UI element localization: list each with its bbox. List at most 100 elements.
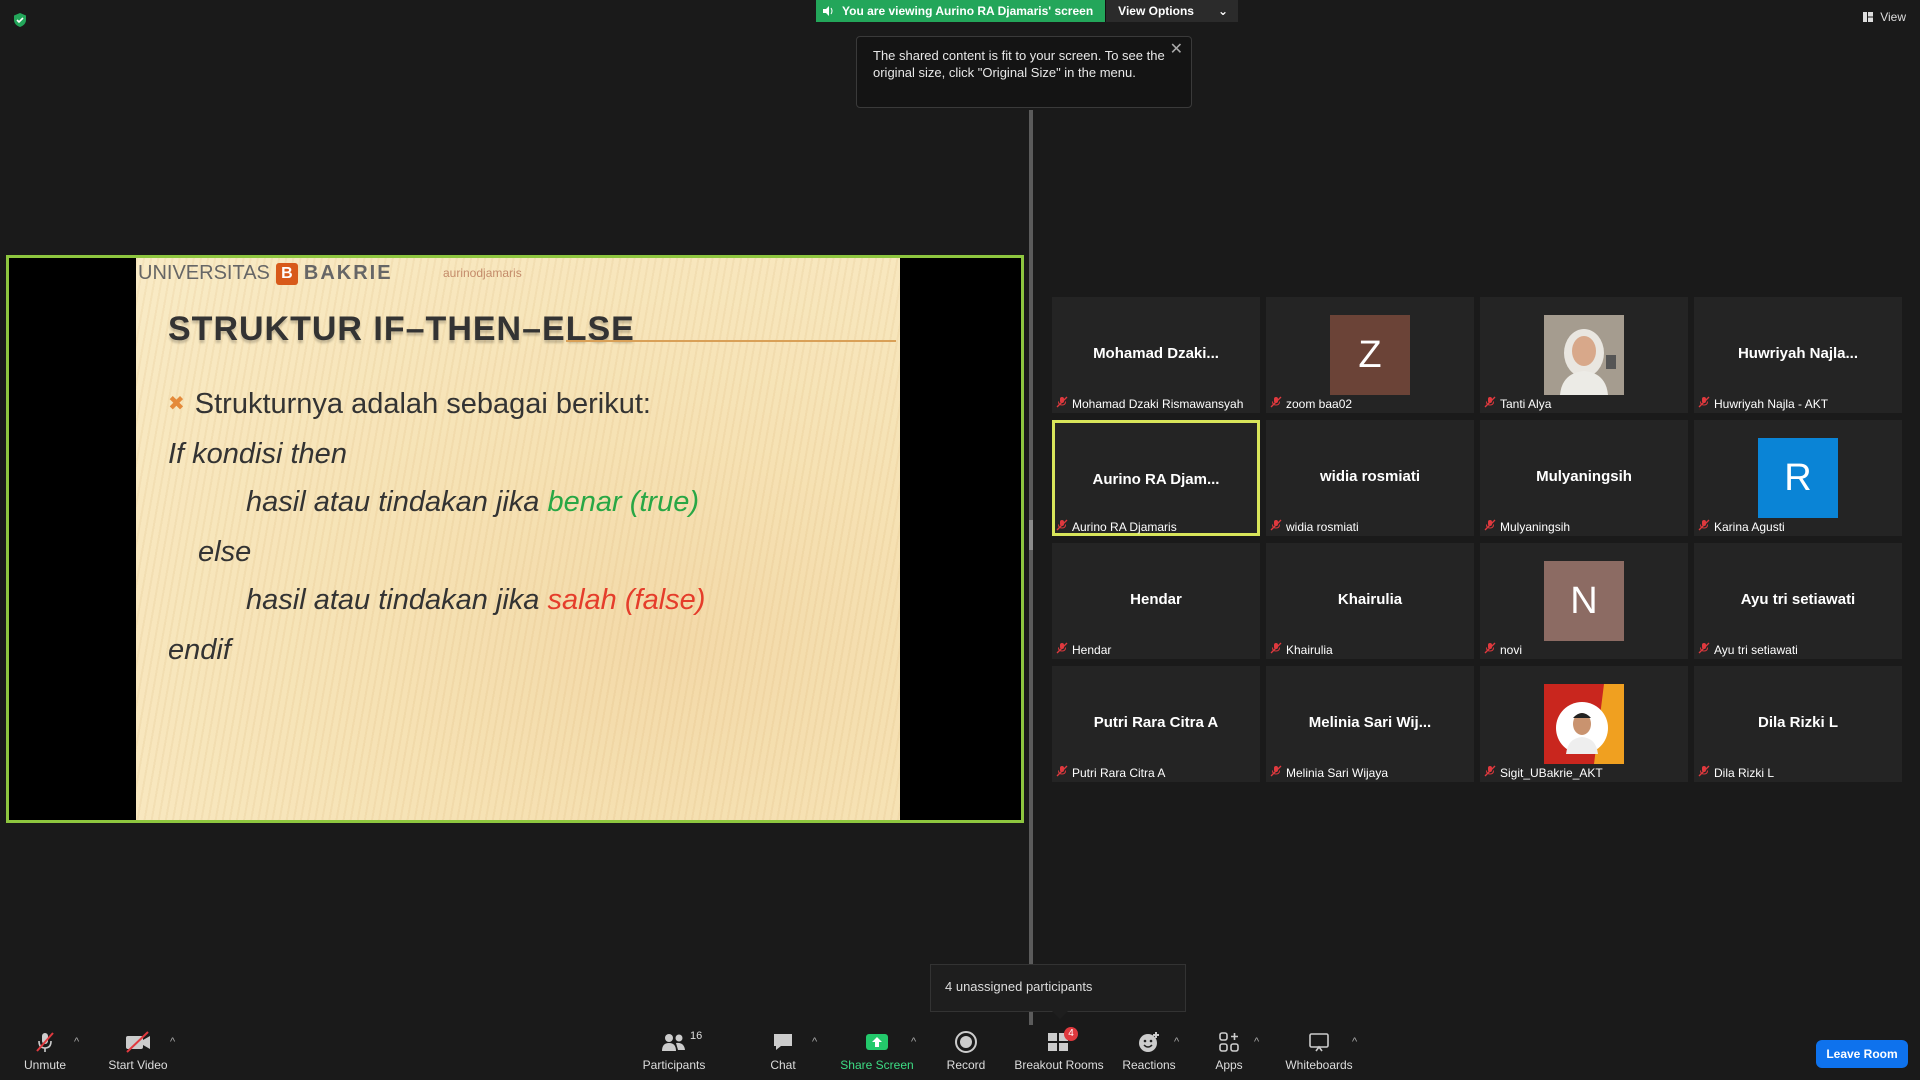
- slide-line-false: hasil atau tindakan jika salah (false): [246, 584, 705, 617]
- participant-tile[interactable]: Huwriyah Najla... Huwriyah Najla - AKT: [1694, 297, 1902, 413]
- view-options-label: View Options: [1118, 4, 1194, 18]
- participant-tile[interactable]: Mulyaningsih Mulyaningsih: [1480, 420, 1688, 536]
- slide-line-if: If kondisi then: [168, 438, 347, 470]
- participant-tile[interactable]: Mohamad Dzaki... Mohamad Dzaki Rismawansy…: [1052, 297, 1260, 413]
- participants-icon: [662, 1034, 685, 1051]
- bullet-x-icon: ✖: [168, 393, 185, 415]
- microphone-muted-icon: [1484, 396, 1496, 411]
- breakout-badge: 4: [1064, 1027, 1078, 1041]
- participant-tile[interactable]: Melinia Sari Wij... Melinia Sari Wijaya: [1266, 666, 1474, 782]
- close-icon[interactable]: ✕: [1170, 41, 1183, 58]
- slide-text: hasil atau tindakan jika: [246, 486, 548, 518]
- participant-display-name: Putri Rara Citra A: [1093, 714, 1219, 731]
- microphone-muted-icon: [1698, 519, 1710, 534]
- divider-drag-handle[interactable]: [1029, 520, 1033, 550]
- participant-tile[interactable]: widia rosmiati widia rosmiati: [1266, 420, 1474, 536]
- whiteboards-button[interactable]: Whiteboards: [1274, 1030, 1364, 1072]
- participant-name-label: Putri Rara Citra A: [1056, 765, 1165, 780]
- split-divider[interactable]: [1029, 110, 1033, 1025]
- slide-line-true: hasil atau tindakan jika benar (true): [246, 486, 699, 519]
- participant-name: novi: [1500, 642, 1523, 657]
- participant-tile[interactable]: Hendar Hendar: [1052, 543, 1260, 659]
- record-icon: [955, 1031, 977, 1053]
- breakout-rooms-button[interactable]: 4 Breakout Rooms: [1013, 1027, 1105, 1072]
- layout-grid-icon: [1863, 12, 1874, 22]
- viewing-text: You are viewing Aurino RA Djamaris' scre…: [842, 4, 1094, 18]
- share-options-caret-icon[interactable]: ^: [911, 1036, 916, 1048]
- participant-avatar: N: [1544, 561, 1624, 641]
- fit-to-screen-tooltip: The shared content is fit to your screen…: [856, 36, 1192, 108]
- leave-room-button[interactable]: Leave Room: [1816, 1040, 1908, 1068]
- reactions-options-caret-icon[interactable]: ^: [1174, 1036, 1179, 1048]
- chat-options-caret-icon[interactable]: ^: [812, 1036, 817, 1048]
- participant-name: Huwriyah Najla - AKT: [1714, 396, 1829, 411]
- apps-options-caret-icon[interactable]: ^: [1254, 1036, 1259, 1048]
- microphone-muted-icon: [1056, 396, 1068, 411]
- slide-bullet: ✖ Strukturnya adalah sebagai berikut:: [168, 388, 651, 421]
- participant-display-name: Khairulia: [1337, 591, 1403, 608]
- participant-tile[interactable]: Putri Rara Citra A Putri Rara Citra A: [1052, 666, 1260, 782]
- participant-tile[interactable]: Dila Rizki L Dila Rizki L: [1694, 666, 1902, 782]
- participant-name-label: widia rosmiati: [1270, 519, 1359, 534]
- video-options-caret-icon[interactable]: ^: [170, 1036, 175, 1048]
- participant-avatar: Z: [1330, 315, 1410, 395]
- view-button[interactable]: View: [1862, 10, 1906, 24]
- participant-name-label: Huwriyah Najla - AKT: [1698, 396, 1828, 411]
- microphone-muted-icon: [1056, 519, 1068, 534]
- reactions-button[interactable]: Reactions: [1104, 1030, 1194, 1072]
- microphone-muted-icon: [1484, 642, 1496, 657]
- logo-mark: B: [275, 262, 298, 285]
- tooltip-text: The shared content is fit to your screen…: [873, 48, 1165, 80]
- whiteboards-label: Whiteboards: [1285, 1058, 1353, 1072]
- participant-tile[interactable]: Zzoom baa02: [1266, 297, 1474, 413]
- participant-name-label: Melinia Sari Wijaya: [1270, 765, 1388, 780]
- unmute-label: Unmute: [23, 1058, 67, 1072]
- viewing-banner: You are viewing Aurino RA Djamaris' scre…: [816, 0, 1239, 22]
- encryption-shield-icon[interactable]: [12, 12, 28, 28]
- participant-name: Dila Rizki L: [1714, 765, 1775, 780]
- audio-options-caret-icon[interactable]: ^: [74, 1036, 79, 1048]
- microphone-muted-icon: [1698, 396, 1710, 411]
- participants-button[interactable]: 16 Participants: [629, 1030, 719, 1072]
- whiteboard-icon: [1309, 1033, 1329, 1052]
- participant-display-name: Ayu tri setiawati: [1740, 591, 1856, 608]
- participant-tile[interactable]: Nnovi: [1480, 543, 1688, 659]
- view-options-button[interactable]: View Options ⌄: [1105, 0, 1239, 22]
- chat-bubble-icon: [774, 1034, 792, 1050]
- record-label: Record: [946, 1058, 986, 1072]
- participant-tile[interactable]: Ayu tri setiawati Ayu tri setiawati: [1694, 543, 1902, 659]
- participant-tile[interactable]: Sigit_UBakrie_AKT: [1480, 666, 1688, 782]
- participant-name: widia rosmiati: [1286, 519, 1359, 534]
- participant-name: Khairulia: [1286, 642, 1333, 657]
- participant-name-label: Dila Rizki L: [1698, 765, 1774, 780]
- participant-display-name: Aurino RA Djam...: [1092, 471, 1220, 488]
- participant-name: Sigit_UBakrie_AKT: [1500, 765, 1603, 780]
- reactions-label: Reactions: [1122, 1058, 1176, 1072]
- whiteboards-options-caret-icon[interactable]: ^: [1352, 1036, 1357, 1048]
- participants-count: 16: [690, 1030, 703, 1042]
- record-button[interactable]: Record: [921, 1030, 1011, 1072]
- slide-title: STRUKTUR IF–THEN–ELSE: [168, 310, 635, 348]
- participant-name-label: Karina Agusti: [1698, 519, 1785, 534]
- participant-name: Mulyaningsih: [1500, 519, 1571, 534]
- participant-tile[interactable]: Khairulia Khairulia: [1266, 543, 1474, 659]
- start-video-label: Start Video: [108, 1058, 168, 1072]
- video-camera-muted-icon: [126, 1031, 150, 1053]
- participant-tile[interactable]: Aurino RA Djam... Aurino RA Djamaris: [1052, 420, 1260, 536]
- unassigned-participants-notice[interactable]: 4 unassigned participants: [930, 964, 1186, 1012]
- participant-avatar: R: [1758, 438, 1838, 518]
- microphone-muted-icon: [1056, 765, 1068, 780]
- participant-tile[interactable]: Tanti Alya: [1480, 297, 1688, 413]
- share-screen-button[interactable]: Share Screen: [832, 1030, 922, 1072]
- participant-display-name: Dila Rizki L: [1757, 714, 1839, 731]
- chat-label: Chat: [770, 1058, 796, 1072]
- microphone-muted-icon: [36, 1032, 54, 1052]
- breakout-rooms-label: Breakout Rooms: [1014, 1058, 1104, 1072]
- participant-display-name: Mulyaningsih: [1536, 468, 1632, 485]
- participant-tile[interactable]: R Karina Agusti: [1694, 420, 1902, 536]
- apps-button[interactable]: Apps: [1184, 1030, 1274, 1072]
- shared-screen[interactable]: UNIVERSITAS B BAKRIE aurinodjamaris STRU…: [6, 255, 1024, 823]
- slide-text: Strukturnya adalah sebagai berikut:: [194, 388, 651, 420]
- participant-name-label: Ayu tri setiawati: [1698, 642, 1798, 657]
- participant-name: Mohamad Dzaki Rismawansyah: [1072, 396, 1244, 411]
